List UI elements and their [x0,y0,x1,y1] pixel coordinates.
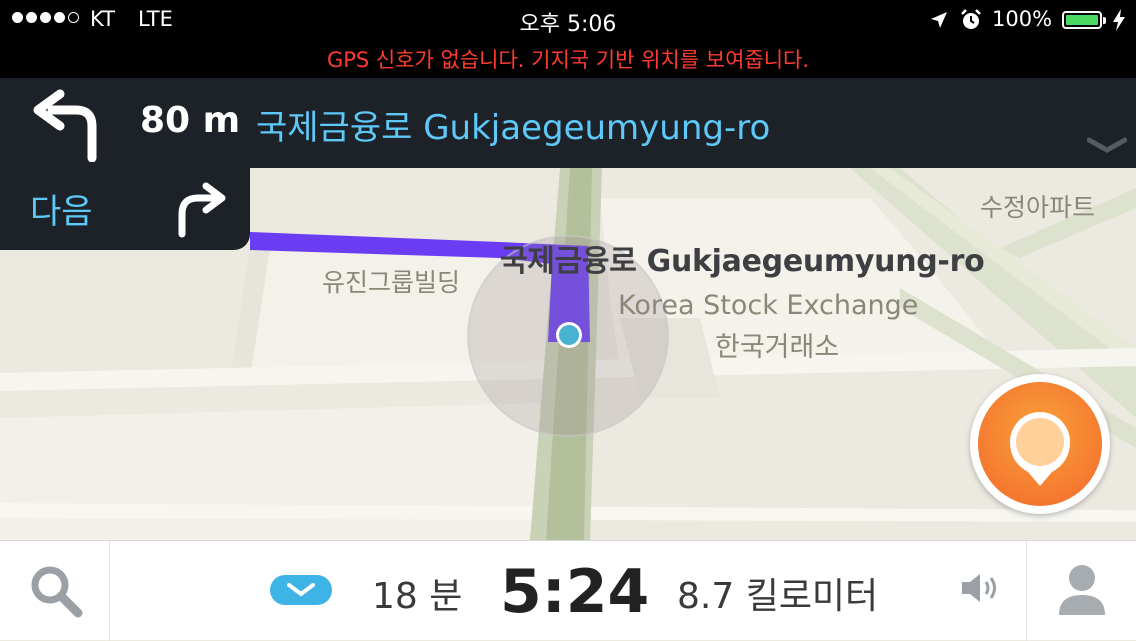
status-bar: KT LTE 오후 5:06 100% GPS 신호가 없습니다. 기지국 기반… [0,0,1136,78]
search-icon [31,566,83,618]
distance-remaining: 8.7 킬로미터 [677,576,879,617]
turn-right-icon [178,182,226,238]
street-name: 국제금융로 Gukjaegeumyung-ro [256,108,771,148]
battery-icon [1062,11,1106,29]
turn-left-icon [33,89,97,162]
report-pin-icon [1010,412,1070,486]
charging-bolt-icon [1113,9,1125,31]
trip-summary-bar: 18 분 5:24 8.7 킬로미터 [0,540,1136,641]
chevron-down-icon[interactable] [1087,136,1127,154]
profile-icon [1059,565,1105,615]
map-label-landmark-ko: 한국거래소 [715,332,840,363]
battery-percent: 100% [992,7,1053,31]
map-road-label: 국제금융로 Gukjaegeumyung-ro [500,244,985,279]
eta-minutes: 18 분 [372,576,463,617]
navigation-instruction-bar[interactable]: 80 m 국제금융로 Gukjaegeumyung-ro [0,78,1136,168]
search-button[interactable] [0,541,110,641]
expand-trip-button[interactable] [270,575,332,605]
report-button[interactable] [970,374,1110,514]
chevron-down-icon [287,583,315,597]
next-turn-panel[interactable]: 다음 [0,168,250,250]
next-turn-label: 다음 [30,192,93,232]
map-label-building: 수정아파트 [980,193,1096,222]
speaker-icon[interactable] [958,571,1002,605]
map-label-building: 유진그룹빌딩 [322,268,461,297]
gps-warning-banner: GPS 신호가 없습니다. 기지국 기반 위치를 보여줍니다. [326,48,810,72]
alarm-icon [961,9,981,29]
turn-distance: 80 m [140,100,241,141]
location-arrow-icon [931,12,947,28]
arrival-time: 5:24 [500,557,650,627]
map-label-landmark-en: Korea Stock Exchange [618,290,919,321]
profile-button[interactable] [1026,541,1136,641]
